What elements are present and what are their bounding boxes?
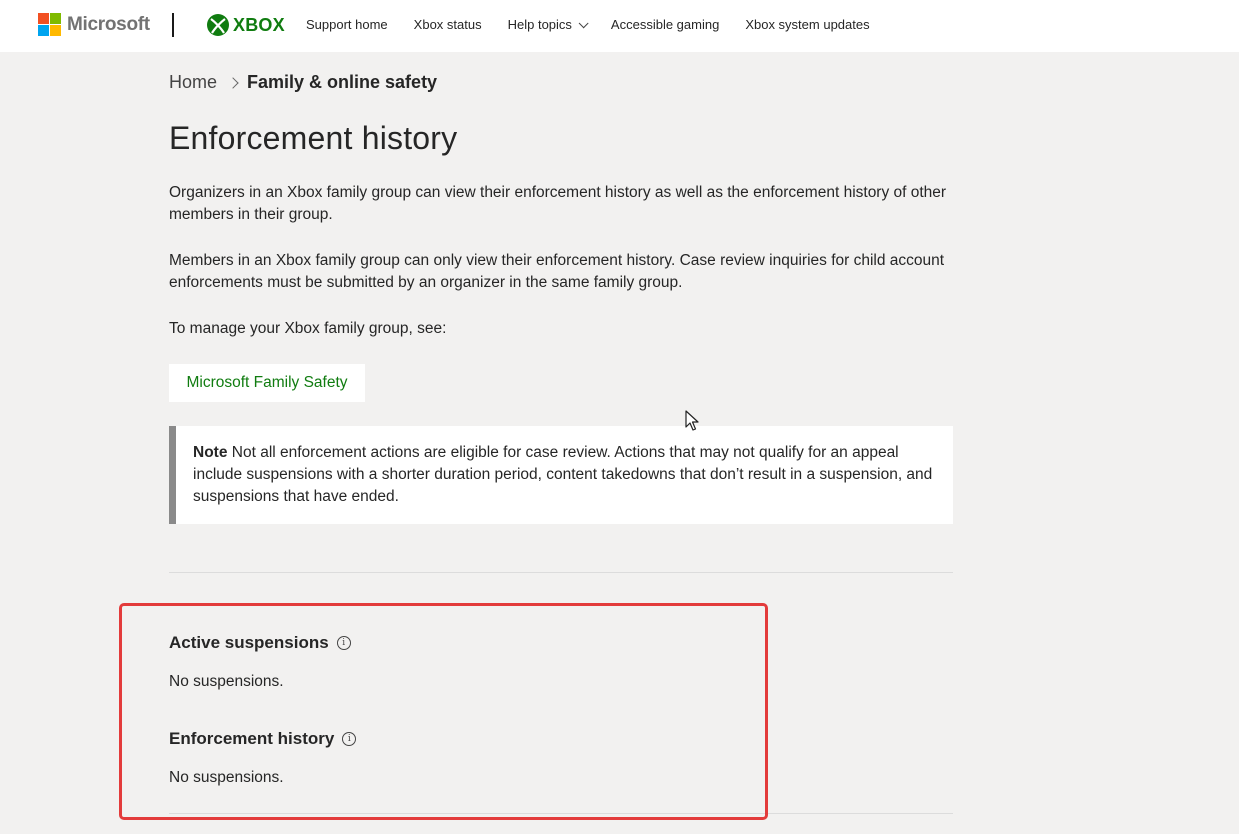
microsoft-family-safety-button[interactable]: Microsoft Family Safety (169, 364, 365, 402)
chevron-down-icon (578, 18, 589, 29)
nav-divider (172, 13, 174, 37)
microsoft-brand-text: Microsoft (67, 13, 150, 35)
xbox-sphere-icon (207, 14, 229, 36)
xbox-brand-text: XBOX (233, 14, 285, 35)
note-text: Not all enforcement actions are eligible… (193, 444, 933, 505)
intro-paragraph-organizers: Organizers in an Xbox family group can v… (169, 184, 947, 223)
nav-help-topics-label: Help topics (507, 17, 572, 32)
intro-paragraph-members: Members in an Xbox family group can only… (169, 252, 945, 291)
section-divider (169, 572, 953, 573)
nav-xbox-system-updates[interactable]: Xbox system updates (745, 17, 869, 32)
note-callout: Note Not all enforcement actions are eli… (169, 426, 953, 524)
intro-paragraph-manage: To manage your Xbox family group, see: (169, 320, 447, 337)
breadcrumb-current[interactable]: Family & online safety (247, 72, 437, 93)
nav-support-home[interactable]: Support home (306, 17, 388, 32)
breadcrumb: Home Family & online safety (169, 72, 437, 93)
nav-xbox-status[interactable]: Xbox status (414, 17, 482, 32)
page-title: Enforcement history (169, 120, 458, 156)
breadcrumb-home-link[interactable]: Home (169, 72, 217, 93)
top-nav: Microsoft XBOX Support home Xbox status … (0, 0, 1239, 52)
nav-help-topics[interactable]: Help topics (507, 17, 589, 32)
microsoft-logo-icon (38, 13, 61, 36)
xbox-logo[interactable]: XBOX (207, 14, 285, 36)
mouse-cursor-icon (685, 410, 699, 431)
note-label: Note (193, 444, 228, 461)
nav-accessible-gaming[interactable]: Accessible gaming (611, 17, 719, 32)
chevron-right-icon (227, 76, 239, 89)
nav-links: Support home Xbox status Help topics Acc… (306, 17, 896, 32)
highlight-annotation-box (119, 603, 768, 820)
microsoft-logo[interactable]: Microsoft (38, 13, 150, 36)
